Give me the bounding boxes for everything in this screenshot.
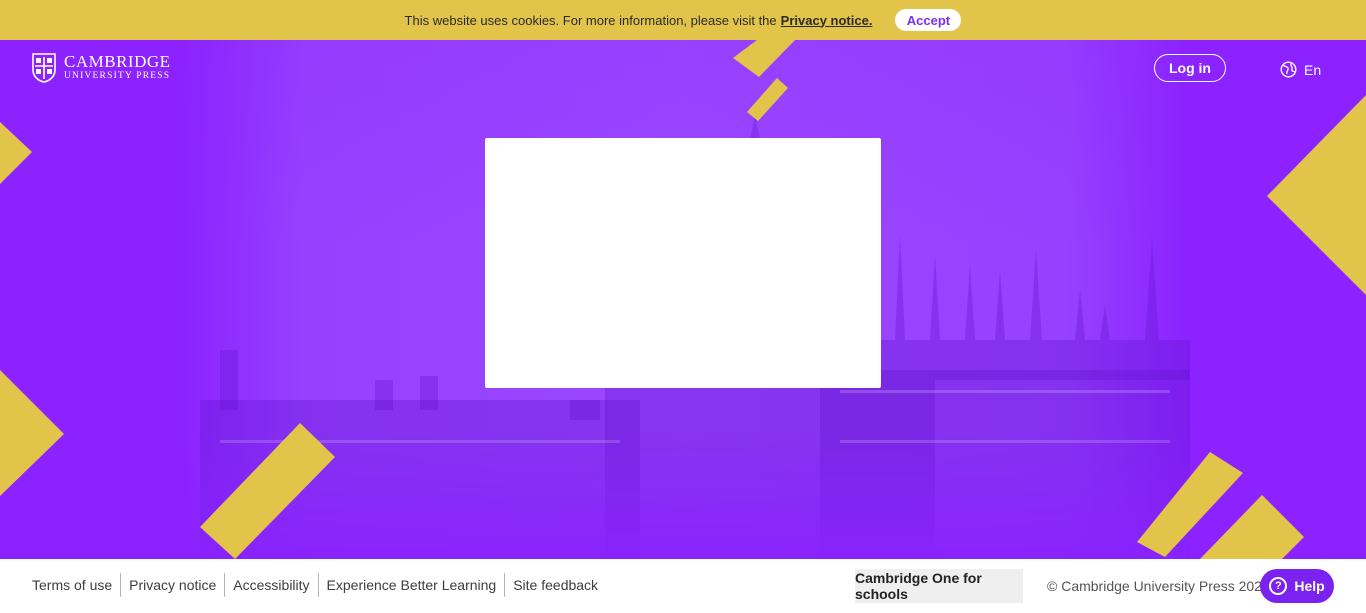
language-label: En [1304, 61, 1322, 78]
help-label: Help [1294, 578, 1325, 594]
hero: CAMBRIDGE UNIVERSITY PRESS Log in En [0, 40, 1366, 559]
privacy-notice-link[interactable]: Privacy notice. [781, 13, 873, 28]
content-panel [485, 138, 881, 388]
footer-links: Terms of use Privacy notice Accessibilit… [32, 573, 606, 597]
question-circle-icon: ? [1269, 577, 1288, 595]
globe-icon [1280, 61, 1297, 78]
cookie-message: This website uses cookies. For more info… [404, 12, 777, 28]
brand-sub: UNIVERSITY PRESS [64, 71, 171, 81]
accept-cookies-button[interactable]: Accept [895, 9, 962, 31]
site-feedback-link[interactable]: Site feedback [504, 573, 606, 597]
footer: Terms of use Privacy notice Accessibilit… [0, 559, 1366, 613]
accessibility-link[interactable]: Accessibility [224, 573, 317, 597]
cambridge-shield-icon [32, 53, 56, 83]
language-selector[interactable]: En [1280, 61, 1321, 78]
help-button[interactable]: ? Help [1260, 569, 1334, 603]
login-button[interactable]: Log in [1154, 54, 1226, 82]
privacy-notice-footer-link[interactable]: Privacy notice [120, 573, 224, 597]
cookie-banner: This website uses cookies. For more info… [0, 0, 1366, 40]
copyright: © Cambridge University Press 2021 [1047, 578, 1270, 594]
brand-name: CAMBRIDGE [64, 52, 171, 71]
cambridge-logo[interactable]: CAMBRIDGE UNIVERSITY PRESS [32, 53, 171, 83]
experience-better-learning-link[interactable]: Experience Better Learning [317, 573, 505, 597]
cambridge-one-for-schools-button[interactable]: Cambridge One for schools [855, 569, 1023, 603]
terms-of-use-link[interactable]: Terms of use [32, 573, 120, 597]
